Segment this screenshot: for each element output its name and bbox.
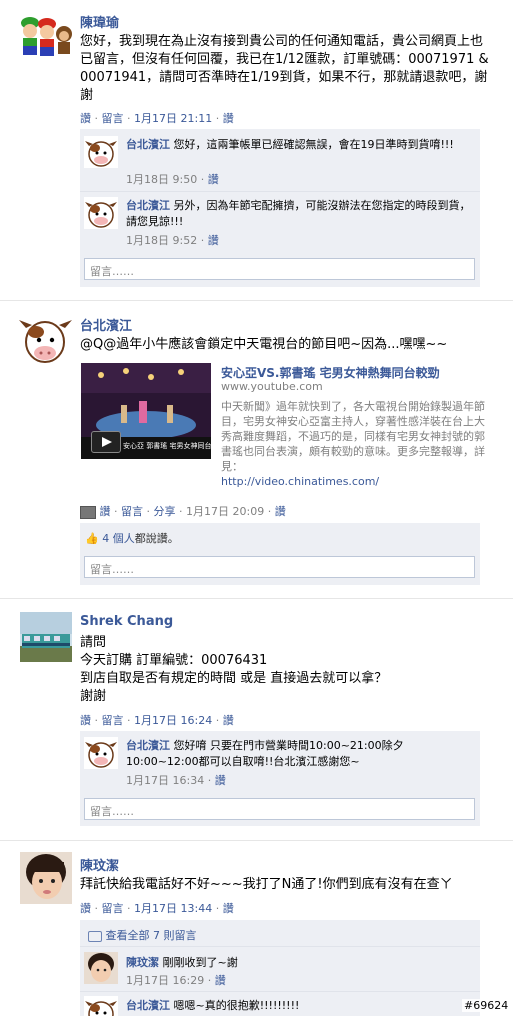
- post-line: 謝謝: [80, 689, 107, 704]
- post-line: 請問: [80, 635, 107, 650]
- comment-author[interactable]: 台北濱江: [126, 739, 170, 752]
- watermark: #69624: [462, 999, 511, 1012]
- comment: 陳玟潔 剛剛收到了~謝: [126, 955, 471, 971]
- cow-logo-icon: [84, 136, 118, 168]
- post-actions: 讚 · 留言 · 1月17日 16:24 · 讚: [80, 714, 234, 727]
- comment-link[interactable]: 留言: [121, 505, 143, 518]
- comment: 台北濱江 您好唷 只要在門市營業時間10:00~21:00除夕10:00~12:…: [126, 738, 471, 770]
- divider: [80, 946, 480, 947]
- post-author[interactable]: 陳玟潔: [80, 855, 119, 874]
- divider: [0, 598, 513, 599]
- link-description: 中天新聞》過年就快到了，各大電視台開始錄製過年節目，宅男女神安心亞富主持人，穿著…: [221, 400, 485, 473]
- comment: 台北濱江 另外，因為年節宅配擁擠，可能沒辦法在您指定的時段到貨，請您見諒!!!: [126, 198, 471, 230]
- view-all-comments[interactable]: 查看全部 7 則留言: [88, 927, 197, 943]
- comment-text: 剛剛收到了~謝: [162, 956, 238, 969]
- comment-author[interactable]: 台北濱江: [126, 999, 170, 1012]
- thumbnail-caption: 安心亞 郭書瑤 宅男女神同台: [123, 442, 212, 450]
- avatar[interactable]: [84, 136, 118, 168]
- post-text: 您好，我到現在為止沒有接到貴公司的任何通知電話，貴公司網頁上也已留言，但沒有任何…: [80, 34, 489, 103]
- post-actions: 讚 · 留言 · 1月17日 21:11 · 讚: [80, 112, 234, 125]
- like-link[interactable]: 讚: [215, 974, 226, 987]
- cow-logo-icon: [84, 197, 118, 229]
- comment-author[interactable]: 陳玟潔: [126, 956, 159, 969]
- comment: 台北濱江 嗯嗯~真的很抱歉!!!!!!!!!: [126, 998, 471, 1014]
- comment-meta: 1月17日 16:29 · 讚: [126, 974, 226, 987]
- comment-meta: 1月17日 16:34 · 讚: [126, 774, 226, 787]
- cow-logo-icon: [84, 737, 118, 769]
- comment-meta: 1月18日 9:50 · 讚: [126, 173, 219, 186]
- comment-input[interactable]: 留言……: [84, 556, 475, 578]
- post-actions: 讚 · 留言 · 分享 · 1月17日 20:09 · 讚: [80, 503, 286, 519]
- post-timestamp[interactable]: 1月17日 21:11: [134, 112, 212, 125]
- like-link[interactable]: 讚: [208, 173, 219, 186]
- like-link[interactable]: 讚: [275, 505, 286, 518]
- post-timestamp[interactable]: 1月17日 13:44: [134, 902, 212, 915]
- like-link[interactable]: 讚: [215, 774, 226, 787]
- comment-link[interactable]: 留言: [102, 902, 124, 915]
- comment-timestamp[interactable]: 1月17日 16:29: [126, 974, 204, 987]
- comment-text: 您好，這兩筆帳單已經確認無誤，會在19日準時到貨唷!!!: [173, 138, 454, 151]
- like-link[interactable]: 讚: [80, 112, 91, 125]
- avatar[interactable]: [84, 737, 118, 769]
- like-link[interactable]: 讚: [80, 902, 91, 915]
- comment-author[interactable]: 台北濱江: [126, 199, 170, 212]
- likes-text: 都說讚。: [134, 532, 179, 545]
- post-line: 今天訂購 訂單編號：00076431: [80, 653, 268, 668]
- link-title[interactable]: 安心亞VS.郭書瑤 宅男女神熱舞同台較勁: [221, 364, 440, 381]
- like-link[interactable]: 讚: [223, 902, 234, 915]
- video-icon: [80, 505, 96, 519]
- post-text: 請問 今天訂購 訂單編號：00076431 到店自取是否有規定的時間 或是 直接…: [80, 634, 500, 706]
- like-link[interactable]: 讚: [223, 714, 234, 727]
- avatar[interactable]: [84, 996, 118, 1016]
- divider: [0, 300, 513, 301]
- post-timestamp[interactable]: 1月17日 20:09: [186, 505, 264, 518]
- comment-timestamp[interactable]: 1月17日 16:34: [126, 774, 204, 787]
- cow-logo-icon: [84, 996, 118, 1016]
- like-link[interactable]: 讚: [208, 234, 219, 247]
- avatar[interactable]: [20, 612, 72, 662]
- post-timestamp[interactable]: 1月17日 16:24: [134, 714, 212, 727]
- post-text: @Q@過年小牛應該會鎖定中天電視台的節目吧~因為...嘿嘿~~: [80, 337, 448, 352]
- post-actions: 讚 · 留言 · 1月17日 13:44 · 讚: [80, 902, 234, 915]
- like-link[interactable]: 讚: [80, 714, 91, 727]
- post-line: 到店自取是否有規定的時間 或是 直接過去就可以拿？: [80, 671, 388, 686]
- play-icon[interactable]: [91, 431, 121, 453]
- cow-logo-icon: [18, 314, 73, 366]
- comment-timestamp[interactable]: 1月18日 9:50: [126, 173, 197, 186]
- avatar[interactable]: [20, 852, 72, 904]
- avatar[interactable]: [84, 197, 118, 229]
- likes-summary: 👍 4 個人都說讚。: [85, 530, 179, 546]
- link-domain: www.youtube.com: [221, 380, 323, 393]
- share-link[interactable]: 分享: [154, 505, 176, 518]
- post-text: 拜託快給我電話好不好~~~我打了N通了!你們到底有沒有在查ㄚ: [80, 877, 453, 892]
- like-link[interactable]: 讚: [100, 505, 111, 518]
- post-author[interactable]: 陳瑋瑜: [80, 12, 119, 31]
- comment-meta: 1月18日 9:52 · 讚: [126, 234, 219, 247]
- divider: [80, 191, 480, 192]
- comment-link[interactable]: 留言: [102, 112, 124, 125]
- avatar[interactable]: [84, 952, 118, 984]
- view-all-comments-label[interactable]: 查看全部 7 則留言: [106, 929, 197, 942]
- comment-timestamp[interactable]: 1月18日 9:52: [126, 234, 197, 247]
- video-thumbnail[interactable]: 安心亞 郭書瑤 宅男女神同台: [81, 363, 211, 459]
- comment-author[interactable]: 台北濱江: [126, 138, 170, 151]
- comment-input[interactable]: 留言……: [84, 798, 475, 820]
- link-url[interactable]: http://video.chinatimes.com/: [221, 475, 379, 488]
- comment-input[interactable]: 留言……: [84, 258, 475, 280]
- comment-bubble-icon: [88, 930, 102, 942]
- divider: [80, 991, 480, 992]
- comment-text: 另外，因為年節宅配擁擠，可能沒辦法在您指定的時段到貨，請您見諒!!!: [126, 199, 471, 228]
- comment-text: 嗯嗯~真的很抱歉!!!!!!!!!: [173, 999, 300, 1012]
- post-author[interactable]: Shrek Chang: [80, 614, 173, 629]
- like-link[interactable]: 讚: [223, 112, 234, 125]
- avatar[interactable]: [18, 14, 73, 59]
- likes-count-link[interactable]: 4 個人: [102, 532, 135, 545]
- avatar[interactable]: [18, 314, 73, 366]
- comment: 台北濱江 您好，這兩筆帳單已經確認無誤，會在19日準時到貨唷!!!: [126, 137, 471, 153]
- thumbs-up-icon: 👍: [85, 532, 99, 545]
- post-author[interactable]: 台北濱江: [80, 315, 132, 334]
- comment-link[interactable]: 留言: [102, 714, 124, 727]
- divider: [0, 840, 513, 841]
